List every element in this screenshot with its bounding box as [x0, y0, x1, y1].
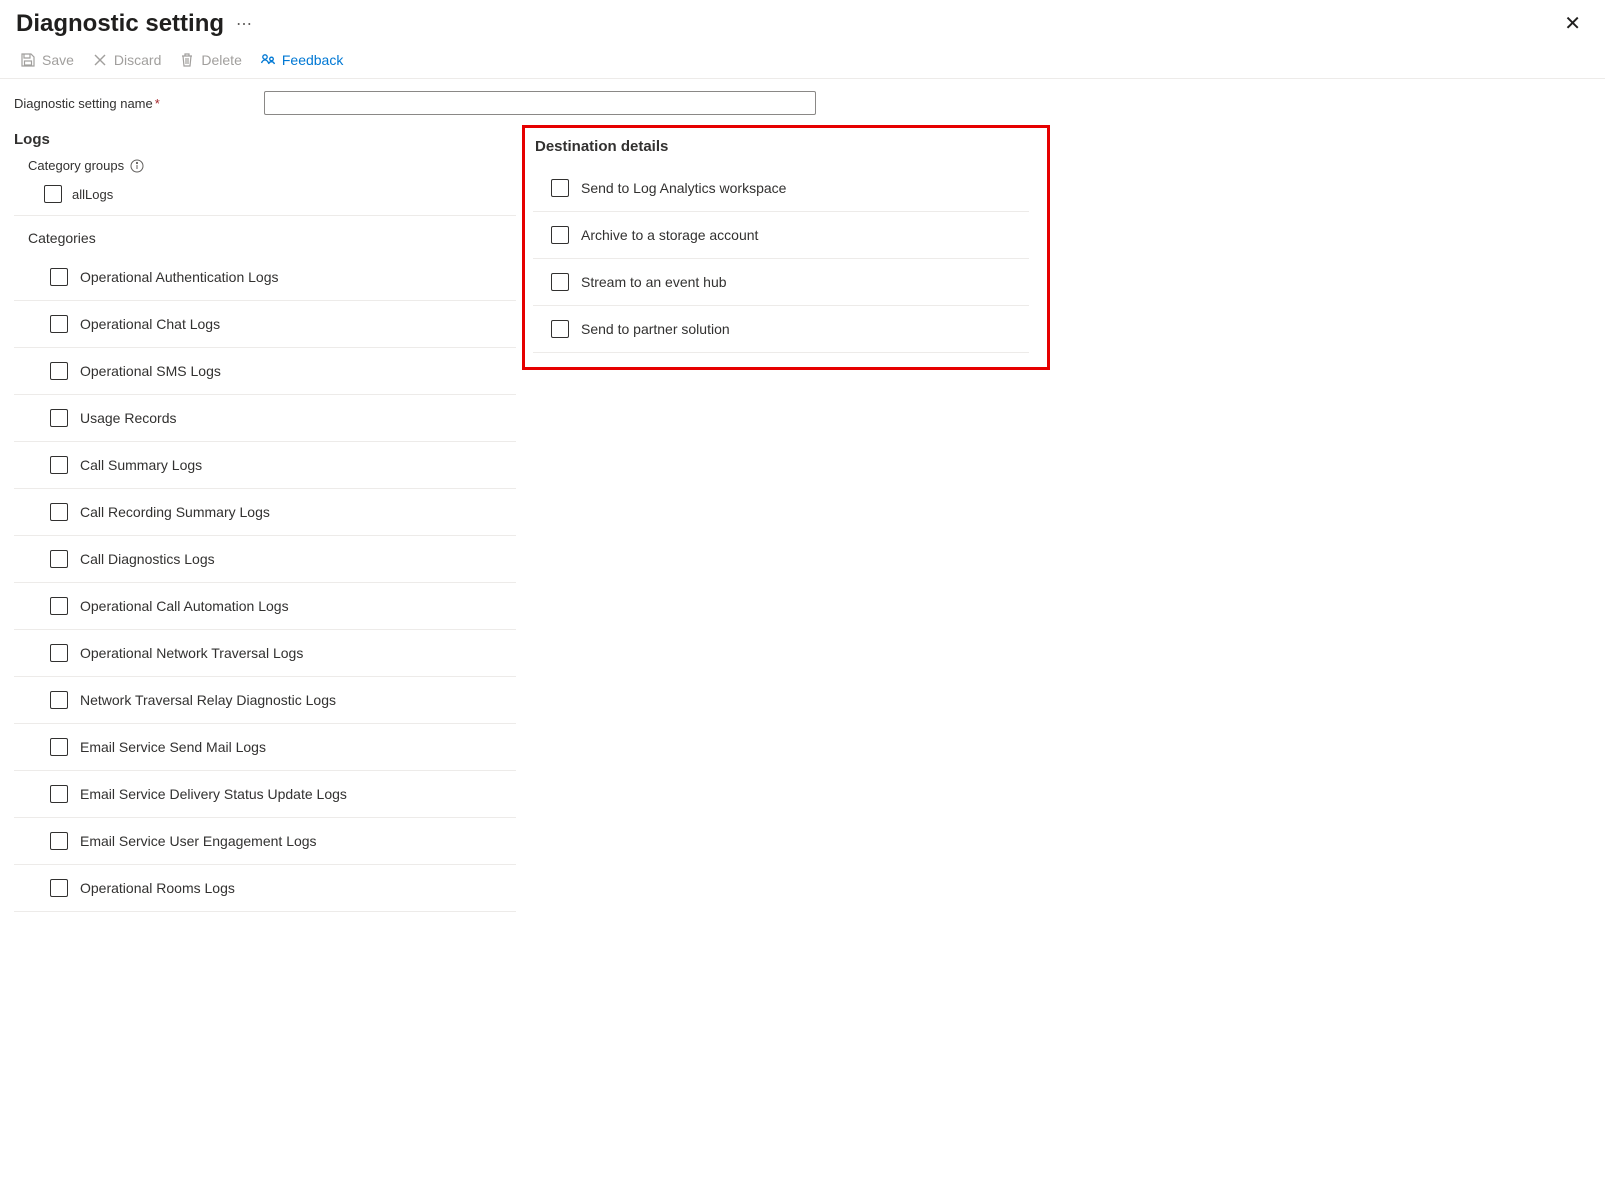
- category-row: Operational Rooms Logs: [14, 865, 516, 912]
- category-row: Operational Call Automation Logs: [14, 583, 516, 630]
- category-checkbox[interactable]: [50, 597, 68, 615]
- destination-column: Destination details Send to Log Analytic…: [516, 125, 1050, 370]
- category-row: Usage Records: [14, 395, 516, 442]
- category-label: Operational Call Automation Logs: [80, 598, 289, 614]
- panel-header: Diagnostic setting ⋯ ✕: [0, 0, 1605, 46]
- destination-label: Archive to a storage account: [581, 227, 758, 243]
- setting-name-input[interactable]: [264, 91, 816, 115]
- category-row: Email Service Send Mail Logs: [14, 724, 516, 771]
- destination-row: Stream to an event hub: [533, 259, 1029, 306]
- category-checkbox[interactable]: [50, 738, 68, 756]
- category-row: Call Recording Summary Logs: [14, 489, 516, 536]
- setting-name-row: Diagnostic setting name*: [0, 79, 1605, 125]
- logs-title: Logs: [14, 131, 516, 148]
- category-row: Call Summary Logs: [14, 442, 516, 489]
- alllogs-row: allLogs: [14, 181, 516, 215]
- category-row: Email Service Delivery Status Update Log…: [14, 771, 516, 818]
- save-icon: [20, 52, 36, 68]
- categories-heading: Categories: [28, 230, 516, 246]
- category-label: Operational Chat Logs: [80, 316, 220, 332]
- destination-row: Archive to a storage account: [533, 212, 1029, 259]
- category-label: Usage Records: [80, 410, 177, 426]
- destination-label: Send to partner solution: [581, 321, 730, 337]
- category-label: Email Service User Engagement Logs: [80, 833, 317, 849]
- page-title: Diagnostic setting: [16, 10, 224, 38]
- alllogs-checkbox[interactable]: [44, 185, 62, 203]
- setting-name-label: Diagnostic setting name*: [14, 96, 244, 111]
- category-label: Operational Authentication Logs: [80, 269, 278, 285]
- category-row: Operational Authentication Logs: [14, 254, 516, 301]
- category-checkbox[interactable]: [50, 315, 68, 333]
- destination-label: Send to Log Analytics workspace: [581, 180, 786, 196]
- save-label: Save: [42, 52, 74, 68]
- discard-button[interactable]: Discard: [92, 52, 161, 68]
- destination-title: Destination details: [535, 138, 1029, 155]
- discard-label: Discard: [114, 52, 161, 68]
- category-groups-label: Category groups: [28, 158, 144, 173]
- category-row: Network Traversal Relay Diagnostic Logs: [14, 677, 516, 724]
- destination-checkbox[interactable]: [551, 226, 569, 244]
- category-checkbox[interactable]: [50, 832, 68, 850]
- feedback-label: Feedback: [282, 52, 343, 68]
- destination-row: Send to partner solution: [533, 306, 1029, 353]
- close-icon: [92, 52, 108, 68]
- close-button[interactable]: ✕: [1556, 10, 1589, 38]
- destination-checkbox[interactable]: [551, 179, 569, 197]
- category-row: Operational Network Traversal Logs: [14, 630, 516, 677]
- category-label: Operational Network Traversal Logs: [80, 645, 303, 661]
- category-label: Operational Rooms Logs: [80, 880, 235, 896]
- category-row: Call Diagnostics Logs: [14, 536, 516, 583]
- logs-column: Logs Category groups allLogs Categories …: [14, 125, 516, 912]
- category-checkbox[interactable]: [50, 879, 68, 897]
- category-checkbox[interactable]: [50, 409, 68, 427]
- toolbar: Save Discard Delete Feedback: [0, 46, 1605, 79]
- category-label: Email Service Send Mail Logs: [80, 739, 266, 755]
- category-label: Email Service Delivery Status Update Log…: [80, 786, 347, 802]
- category-row: Operational SMS Logs: [14, 348, 516, 395]
- info-icon[interactable]: [130, 159, 144, 173]
- category-label: Call Summary Logs: [80, 457, 202, 473]
- destination-checkbox[interactable]: [551, 273, 569, 291]
- category-checkbox[interactable]: [50, 362, 68, 380]
- category-checkbox[interactable]: [50, 691, 68, 709]
- category-label: Call Recording Summary Logs: [80, 504, 270, 520]
- destination-label: Stream to an event hub: [581, 274, 727, 290]
- more-actions-button[interactable]: ⋯: [236, 14, 254, 34]
- category-checkbox[interactable]: [50, 785, 68, 803]
- feedback-button[interactable]: Feedback: [260, 52, 343, 68]
- category-checkbox[interactable]: [50, 456, 68, 474]
- category-checkbox[interactable]: [50, 503, 68, 521]
- destination-highlight-box: Destination details Send to Log Analytic…: [522, 125, 1050, 370]
- categories-list: Operational Authentication Logs Operation…: [14, 254, 516, 912]
- destination-list: Send to Log Analytics workspace Archive t…: [533, 165, 1029, 353]
- category-label: Operational SMS Logs: [80, 363, 221, 379]
- category-label: Call Diagnostics Logs: [80, 551, 215, 567]
- feedback-icon: [260, 52, 276, 68]
- delete-label: Delete: [201, 52, 241, 68]
- alllogs-label: allLogs: [72, 187, 113, 202]
- trash-icon: [179, 52, 195, 68]
- category-checkbox[interactable]: [50, 644, 68, 662]
- save-button[interactable]: Save: [20, 52, 74, 68]
- destination-row: Send to Log Analytics workspace: [533, 165, 1029, 212]
- category-row: Operational Chat Logs: [14, 301, 516, 348]
- delete-button[interactable]: Delete: [179, 52, 241, 68]
- category-label: Network Traversal Relay Diagnostic Logs: [80, 692, 336, 708]
- category-row: Email Service User Engagement Logs: [14, 818, 516, 865]
- destination-checkbox[interactable]: [551, 320, 569, 338]
- category-checkbox[interactable]: [50, 550, 68, 568]
- category-checkbox[interactable]: [50, 268, 68, 286]
